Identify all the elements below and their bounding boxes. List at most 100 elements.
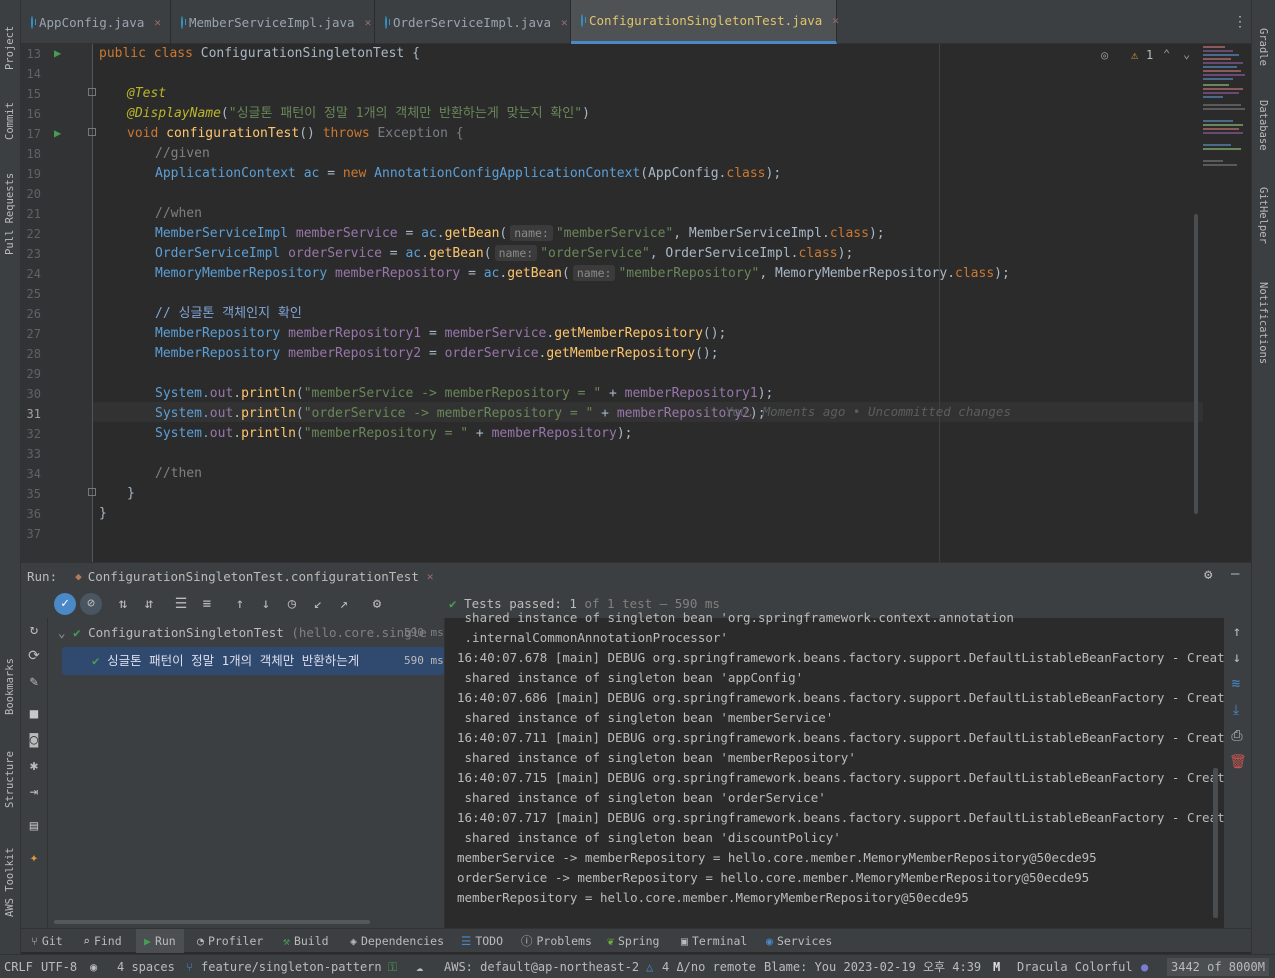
pin-icon[interactable]: ✦ xyxy=(26,850,42,866)
sort-duration-icon[interactable]: ⇵ xyxy=(141,596,157,612)
database-tool-button[interactable]: Database xyxy=(1257,100,1269,160)
lock-icon[interactable]: ⚿ xyxy=(388,955,397,978)
tree-hscrollbar[interactable] xyxy=(54,920,370,924)
line-number: 20 xyxy=(26,187,41,201)
theme-widget[interactable]: Dracula Colorful xyxy=(1017,955,1133,978)
console-line: .internalCommonAnnotationProcessor' xyxy=(457,630,728,645)
notifications-tool-button[interactable]: Notifications xyxy=(1257,282,1269,367)
gear-icon[interactable]: ⚙ xyxy=(1204,567,1212,583)
settings-gear-icon[interactable]: ✱ xyxy=(26,758,42,774)
dependencies-tool-button[interactable]: ◈ Dependencies xyxy=(350,929,444,953)
todo-tool-button[interactable]: ☰ TODO xyxy=(461,929,503,953)
fold-icon[interactable] xyxy=(88,88,96,96)
previous-highlight-icon[interactable]: ⌃ xyxy=(1163,47,1170,61)
more-tabs-icon[interactable]: ⋮ xyxy=(1233,14,1247,30)
spring-tool-button[interactable]: ❦ Spring xyxy=(607,929,659,953)
run-tool-button[interactable]: ▶ Run xyxy=(136,929,184,953)
collapse-all-icon[interactable]: ≡ xyxy=(199,596,215,612)
close-icon[interactable]: ✕ xyxy=(427,570,434,583)
settings-icon[interactable]: ⚙ xyxy=(369,596,385,612)
close-icon[interactable]: ✕ xyxy=(154,16,161,29)
githelper-tool-button[interactable]: GitHelper xyxy=(1257,187,1269,257)
git-branch-widget[interactable]: feature/singleton-pattern xyxy=(201,955,382,978)
pull-requests-tool-button[interactable]: Pull Requests xyxy=(4,165,16,255)
rerun-failed-icon[interactable]: ↻ xyxy=(26,622,42,638)
previous-test-icon[interactable]: ↑ xyxy=(232,596,248,612)
close-icon[interactable]: ✕ xyxy=(561,16,568,29)
editor-scrollbar[interactable] xyxy=(1194,214,1198,514)
reader-mode-icon[interactable]: ◎ xyxy=(1101,48,1108,62)
scroll-down-icon[interactable]: ↓ xyxy=(1229,650,1245,666)
minimize-icon[interactable]: — xyxy=(1231,566,1239,582)
import-tests-icon[interactable]: ↙ xyxy=(310,596,326,612)
code-editor[interactable]: 13 14 15 16 17 18 19 20 21 22 23 24 25 2… xyxy=(21,44,1251,562)
close-icon[interactable]: ✕ xyxy=(365,16,372,29)
right-tool-strip: Gradle Database GitHelper Notifications xyxy=(1251,0,1275,954)
show-ignored-toggle[interactable]: ⊘ xyxy=(80,593,102,615)
expand-all-icon[interactable]: ☰ xyxy=(173,596,189,612)
code-minimap[interactable] xyxy=(1201,44,1251,194)
vcs-status-widget[interactable]: 4 Δ/no remote xyxy=(662,955,756,978)
show-passed-toggle[interactable]: ✓ xyxy=(54,593,76,615)
console-scrollbar[interactable] xyxy=(1213,768,1218,918)
code-line-23: OrderServiceImpl orderService = ac.getBe… xyxy=(155,245,854,261)
project-tool-button[interactable]: Project xyxy=(4,10,16,70)
memory-indicator[interactable]: 3442 of 8000M xyxy=(1167,958,1269,976)
encoding-widget[interactable]: UTF-8 xyxy=(41,955,77,978)
scroll-to-end-icon[interactable]: ⤓ xyxy=(1228,702,1244,718)
tab-orderserviceimpl[interactable]: OrderServiceImpl.java ✕ xyxy=(375,0,571,44)
structure-tool-button[interactable]: Structure xyxy=(4,738,16,808)
plugin-icon[interactable]: ● xyxy=(1141,955,1148,978)
next-highlight-icon[interactable]: ⌄ xyxy=(1183,47,1190,61)
clear-all-icon[interactable]: 🗑 xyxy=(1229,754,1247,770)
tab-memberserviceimpl[interactable]: MemberServiceImpl.java ✕ xyxy=(171,0,375,44)
history-icon[interactable]: ◷ xyxy=(284,596,300,612)
ide-window: Project Commit Pull Requests Bookmarks S… xyxy=(0,0,1275,978)
run-gutter-icon[interactable]: ▶ xyxy=(54,126,61,140)
fold-icon[interactable] xyxy=(88,488,96,496)
leaf-icon: ❦ xyxy=(607,934,614,948)
profiler-tool-button[interactable]: ◔ Profiler xyxy=(197,929,263,953)
bookmarks-tool-button[interactable]: Bookmarks xyxy=(4,645,16,715)
next-test-icon[interactable]: ↓ xyxy=(258,596,274,612)
problems-tool-button[interactable]: ⓘ Problems xyxy=(521,929,592,953)
services-tool-button[interactable]: ◉ Services xyxy=(766,929,832,953)
git-tool-button[interactable]: ⑂ Git xyxy=(31,929,63,953)
scroll-up-icon[interactable]: ↑ xyxy=(1229,624,1245,640)
run-config-tab[interactable]: ConfigurationSingletonTest.configuration… xyxy=(88,569,419,584)
warning-icon[interactable]: ⚠ xyxy=(1131,48,1138,62)
wrench-icon[interactable]: ✎ xyxy=(26,674,42,690)
line-separator-widget[interactable]: CRLF xyxy=(4,955,33,978)
sort-alpha-icon[interactable]: ⇅ xyxy=(115,596,131,612)
code-line-35: } xyxy=(127,486,135,501)
tab-configurationsingletontest[interactable]: ConfigurationSingletonTest.java ✕ xyxy=(571,0,839,44)
stop-icon[interactable]: ■ xyxy=(26,706,42,722)
console-output[interactable]: shared instance of singleton bean 'org.s… xyxy=(444,610,1247,928)
gradle-tool-button[interactable]: Gradle xyxy=(1257,28,1269,78)
camera-icon[interactable]: ◙ xyxy=(26,732,42,748)
find-tool-button[interactable]: ⌕ Find xyxy=(83,929,122,953)
export-tests-icon[interactable]: ↗ xyxy=(336,596,352,612)
build-tool-button[interactable]: ⚒ Build xyxy=(283,929,329,953)
aws-toolkit-tool-button[interactable]: AWS Toolkit xyxy=(4,832,16,917)
commit-tool-button[interactable]: Commit xyxy=(4,90,16,140)
chevron-down-icon[interactable]: ⌄ xyxy=(58,625,66,640)
fold-icon[interactable] xyxy=(88,128,96,136)
run-gutter-icon[interactable]: ▶ xyxy=(54,46,61,60)
code-line-36: } xyxy=(99,506,107,521)
toggle-auto-test-icon[interactable]: ⟳ xyxy=(26,648,42,664)
terminal-tool-button[interactable]: ▣ Terminal xyxy=(681,929,747,953)
print-icon[interactable]: ⎙ xyxy=(1229,728,1245,744)
blame-widget[interactable]: Blame: You 2023-02-19 오후 4:39 xyxy=(764,955,981,978)
import-icon[interactable]: ⇥ xyxy=(26,784,42,800)
soft-wrap-icon[interactable]: ≋ xyxy=(1228,676,1244,692)
tab-appconfig[interactable]: AppConfig.java ✕ xyxy=(21,0,171,44)
eye-icon[interactable]: ◉ xyxy=(90,955,97,978)
indent-widget[interactable]: 4 spaces xyxy=(117,955,175,978)
layout-icon[interactable]: ▤ xyxy=(26,818,42,834)
test-tree-node-method[interactable]: ✔ 싱글톤 패턴이 정말 1개의 객체만 반환하는게 590 ms xyxy=(62,647,444,675)
console-line: orderService -> memberRepository = hello… xyxy=(457,870,1090,885)
test-tree-node-class[interactable]: ⌄ ✔ ConfigurationSingletonTest (hello.co… xyxy=(48,622,444,644)
close-icon[interactable]: ✕ xyxy=(832,14,839,27)
aws-profile-widget[interactable]: AWS: default@ap-northeast-2 xyxy=(444,955,639,978)
